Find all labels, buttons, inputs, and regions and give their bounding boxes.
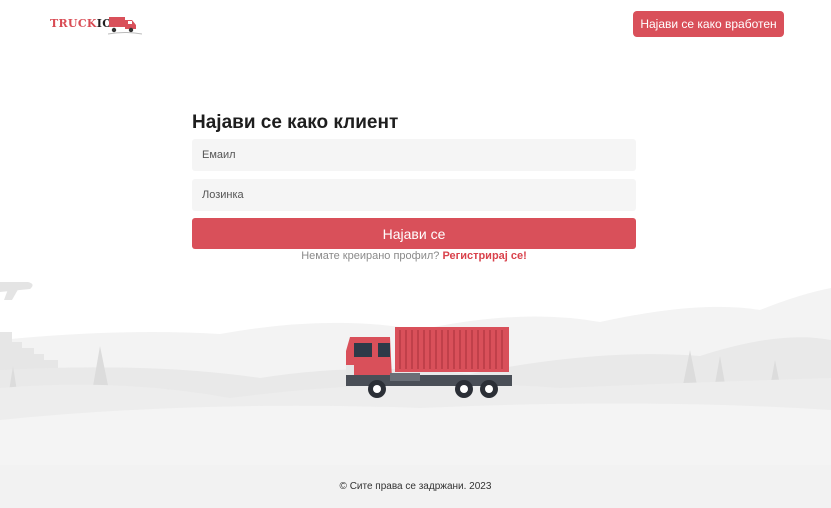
email-field[interactable] [192,139,636,171]
header: TRUCKIO Најави се како вработен [0,0,831,50]
logo-text: TRUCKIO [50,17,113,30]
form-title: Најави се како клиент [192,112,399,133]
truckio-logo[interactable]: TRUCKIO [48,13,142,39]
truck-logo-icon [108,17,142,35]
login-button[interactable]: Најави се [192,218,636,249]
register-link[interactable]: Регистрирај се! [442,250,526,262]
no-profile-text: Немате креирано профил? [301,250,440,262]
landscape-illustration [0,282,831,470]
client-login-form: Најави се како клиент Најави се Немате к… [192,110,636,262]
footer: © Сите права се задржани. 2023 [0,465,831,508]
register-prompt: Немате креирано профил? Регистрирај се! [192,250,636,262]
copyright-text: © Сите права се задржани. 2023 [339,481,492,492]
employee-login-button[interactable]: Најави се како вработен [633,11,784,37]
password-field[interactable] [192,179,636,211]
airplane-icon [0,282,33,300]
